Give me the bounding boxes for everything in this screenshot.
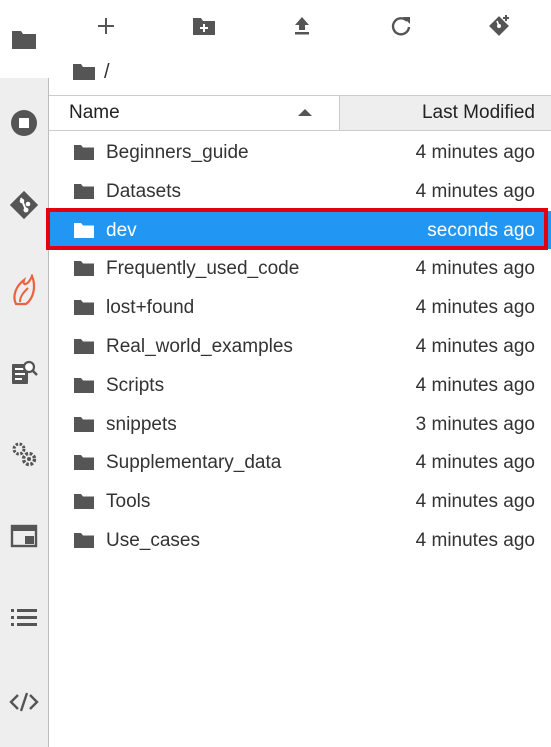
file-browser-toolbar (49, 0, 551, 50)
file-last-modified: 4 minutes ago (415, 529, 535, 551)
sidebar-item-tabs[interactable] (0, 516, 48, 556)
file-name: Scripts (106, 374, 165, 396)
git-icon (9, 190, 39, 220)
file-row[interactable]: Real_world_examples 4 minutes ago (49, 327, 551, 366)
file-row[interactable]: Frequently_used_code 4 minutes ago (49, 249, 551, 288)
file-row[interactable]: snippets 3 minutes ago (49, 405, 551, 444)
file-last-modified: 4 minutes ago (415, 180, 535, 202)
name-column-label: Name (69, 102, 120, 123)
inspector-icon (12, 360, 38, 384)
file-name: Tools (106, 491, 151, 513)
sidebar-item-settings[interactable] (0, 434, 48, 474)
folder-icon (74, 338, 94, 354)
file-row[interactable]: Scripts 4 minutes ago (49, 366, 551, 405)
file-name: Use_cases (106, 529, 200, 551)
last-modified-column-label: Last Modified (421, 102, 535, 123)
sidebar-item-extension[interactable] (0, 270, 48, 310)
folder-icon (12, 31, 36, 49)
stop-circle-icon (11, 110, 37, 136)
new-launcher-button[interactable] (86, 8, 126, 44)
breadcrumb-path[interactable]: / (104, 61, 110, 84)
file-name: snippets (106, 413, 177, 435)
sidebar-item-git[interactable] (0, 185, 48, 225)
file-row[interactable]: Use_cases 4 minutes ago (49, 521, 551, 560)
gears-icon (12, 442, 37, 467)
git-clone-icon (489, 15, 509, 36)
last-modified-column-header[interactable]: Last Modified (340, 96, 551, 130)
file-name: Supplementary_data (106, 452, 282, 474)
sidebar-item-property-inspector[interactable] (0, 352, 48, 392)
folder-icon (74, 145, 94, 160)
file-row[interactable]: dev seconds ago (49, 210, 551, 250)
file-list: Beginners_guide 4 minutes ago Datasets 4 mi… (49, 133, 551, 560)
file-row[interactable]: Beginners_guide 4 minutes ago (49, 133, 551, 172)
file-row[interactable]: lost+found 4 minutes ago (49, 288, 551, 327)
file-name: Real_world_examples (106, 335, 293, 357)
flame-icon (13, 274, 36, 306)
upload-button[interactable] (282, 8, 322, 44)
folder-icon (74, 455, 94, 471)
file-name: lost+found (106, 297, 195, 319)
file-name: Frequently_used_code (106, 258, 300, 280)
breadcrumb: / (72, 58, 110, 86)
file-last-modified: 4 minutes ago (415, 374, 535, 396)
file-last-modified: 4 minutes ago (415, 297, 535, 319)
folder-icon (74, 377, 94, 393)
file-last-modified: 4 minutes ago (415, 452, 535, 474)
refresh-button[interactable] (381, 8, 421, 44)
file-last-modified: 4 minutes ago (415, 142, 535, 163)
upload-icon (295, 17, 309, 35)
file-last-modified: 4 minutes ago (415, 335, 535, 357)
window-icon (10, 524, 38, 548)
sidebar-item-code-snippets[interactable] (0, 682, 48, 722)
new-folder-icon (193, 18, 215, 35)
refresh-icon (391, 17, 411, 36)
file-name: dev (106, 219, 137, 241)
file-list-header: Name Last Modified (49, 95, 551, 131)
folder-icon (74, 261, 94, 277)
file-last-modified: 4 minutes ago (415, 491, 535, 513)
left-sidebar (0, 0, 49, 747)
plus-icon (98, 18, 114, 34)
folder-icon (74, 416, 94, 432)
file-name: Beginners_guide (106, 142, 249, 163)
file-row[interactable]: Tools 4 minutes ago (49, 482, 551, 521)
folder-icon (74, 300, 94, 316)
folder-icon (74, 494, 94, 510)
code-icon (9, 692, 39, 712)
name-column-header[interactable]: Name (49, 96, 340, 130)
file-row[interactable]: Datasets 4 minutes ago (49, 172, 551, 211)
list-icon (11, 609, 37, 626)
sidebar-item-table-of-contents[interactable] (0, 598, 48, 638)
git-clone-button[interactable] (480, 8, 520, 44)
folder-icon[interactable] (72, 63, 96, 81)
file-last-modified: seconds ago (427, 219, 535, 241)
file-last-modified: 4 minutes ago (415, 258, 535, 280)
folder-icon (74, 183, 94, 199)
new-folder-button[interactable] (184, 8, 224, 44)
file-last-modified: 3 minutes ago (415, 413, 535, 435)
sort-ascending-icon (298, 109, 312, 116)
file-row[interactable]: Supplementary_data 4 minutes ago (49, 443, 551, 482)
file-name: Datasets (106, 180, 181, 202)
folder-icon (74, 532, 94, 548)
folder-icon (74, 222, 94, 238)
sidebar-item-file-browser[interactable] (0, 19, 48, 59)
sidebar-item-running-sessions[interactable] (0, 103, 48, 143)
